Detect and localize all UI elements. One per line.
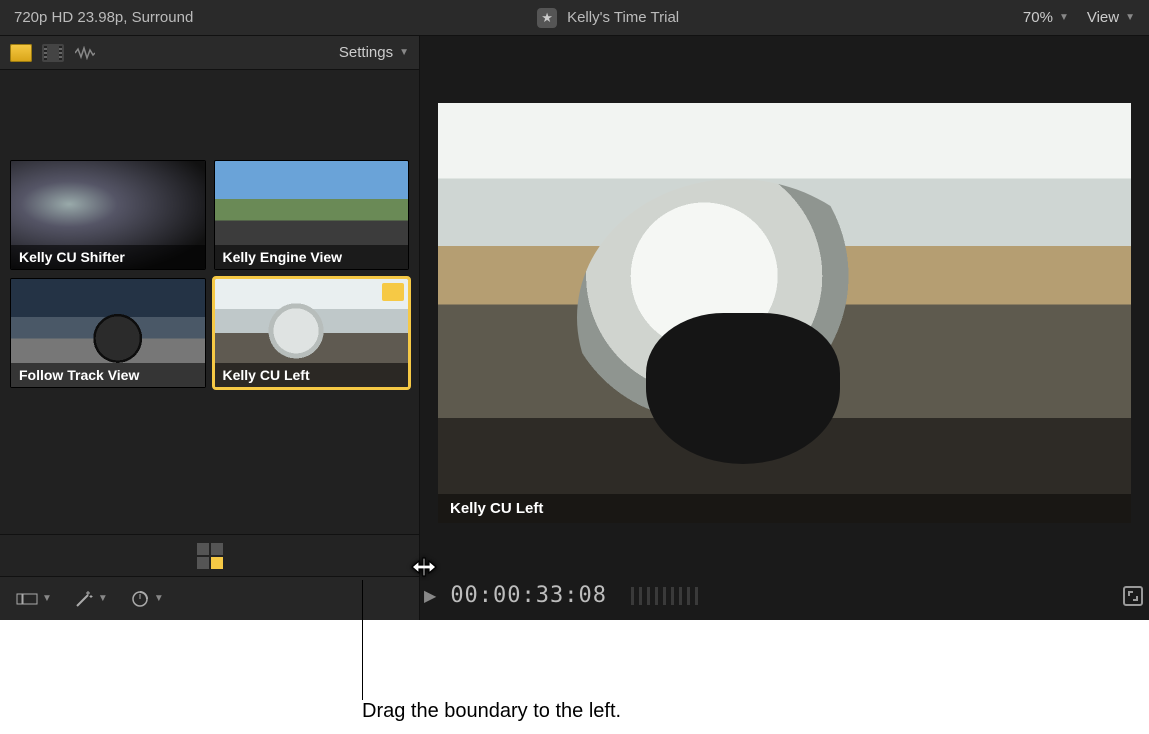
retime-button[interactable]: ▼	[130, 589, 164, 609]
both-mode-icon[interactable]	[10, 44, 32, 62]
angle-grid: Kelly CU Shifter Kelly Engine View Follo…	[10, 80, 409, 388]
angle-label: Kelly Engine View	[215, 245, 409, 269]
app-window: 720p HD 23.98p, Surround ★ Kelly's Time …	[0, 0, 1149, 620]
video-content	[646, 313, 840, 464]
angle-tile[interactable]: Follow Track View	[10, 278, 206, 388]
angle-label: Follow Track View	[11, 363, 205, 387]
angle-layout-bar	[0, 534, 419, 576]
zoom-level-label: 70%	[1023, 9, 1053, 26]
viewer-footer: ▶ 00:00:33:08	[420, 532, 1149, 620]
angle-tile[interactable]: Kelly CU Shifter	[10, 160, 206, 270]
active-av-badge-icon	[382, 283, 404, 301]
angle-tile[interactable]: Kelly Engine View	[214, 160, 410, 270]
topbar-right-controls: 70% ▼ View ▼	[1023, 9, 1135, 26]
angle-label: Kelly CU Shifter	[11, 245, 205, 269]
chevron-down-icon: ▼	[399, 47, 409, 58]
chevron-down-icon: ▼	[1125, 12, 1135, 23]
viewer-panel: Kelly CU Left ▶ 00:00:33:08	[420, 36, 1149, 620]
view-menu[interactable]: View ▼	[1087, 9, 1135, 26]
angle-toolbar: Settings ▼	[0, 36, 419, 70]
audio-mode-icon[interactable]	[74, 44, 96, 62]
chevron-down-icon: ▼	[1059, 12, 1069, 23]
viewer-frame[interactable]: Kelly CU Left	[438, 94, 1131, 532]
chevron-down-icon: ▼	[98, 593, 108, 604]
star-icon: ★	[537, 8, 557, 28]
fullscreen-button[interactable]	[1123, 586, 1143, 606]
clip-appearance-button[interactable]: ▼	[16, 591, 52, 607]
timeline-toolbar: ▼ ▼ ▼	[0, 576, 419, 620]
spacer	[10, 388, 409, 534]
zoom-menu[interactable]: 70% ▼	[1023, 9, 1069, 26]
callout-text: Drag the boundary to the left.	[362, 700, 862, 723]
play-button[interactable]: ▶	[424, 586, 436, 606]
angle-viewer-panel: Settings ▼ Kelly CU Shifter Kelly Engine…	[0, 36, 420, 620]
main-split: Settings ▼ Kelly CU Shifter Kelly Engine…	[0, 36, 1149, 620]
angle-tile-selected[interactable]: Kelly CU Left	[214, 278, 410, 388]
viewer-caption: Kelly CU Left	[438, 494, 1131, 523]
viewer-area: Kelly CU Left	[420, 36, 1149, 532]
project-title-area: ★ Kelly's Time Trial	[201, 8, 1015, 28]
chevron-down-icon: ▼	[154, 593, 164, 604]
angle-grid-area: Kelly CU Shifter Kelly Engine View Follo…	[0, 70, 419, 534]
video-mode-icon[interactable]	[42, 44, 64, 62]
viewer-topbar: 720p HD 23.98p, Surround ★ Kelly's Time …	[0, 0, 1149, 36]
timecode-display[interactable]: 00:00:33:08	[450, 583, 607, 608]
angle-layout-toggle[interactable]	[197, 543, 223, 569]
angle-label: Kelly CU Left	[215, 363, 409, 387]
format-info: 720p HD 23.98p, Surround	[14, 9, 193, 26]
settings-menu[interactable]: Settings ▼	[339, 44, 409, 61]
audio-skimmer-icon	[631, 587, 701, 605]
timecode-row: ▶ 00:00:33:08	[420, 583, 1149, 608]
effects-wand-button[interactable]: ▼	[74, 589, 108, 609]
settings-label: Settings	[339, 44, 393, 61]
callout-leader-line	[362, 580, 363, 700]
chevron-down-icon: ▼	[42, 593, 52, 604]
view-menu-label: View	[1087, 9, 1119, 26]
viewer-video: Kelly CU Left	[438, 103, 1131, 523]
project-title: Kelly's Time Trial	[567, 9, 679, 26]
